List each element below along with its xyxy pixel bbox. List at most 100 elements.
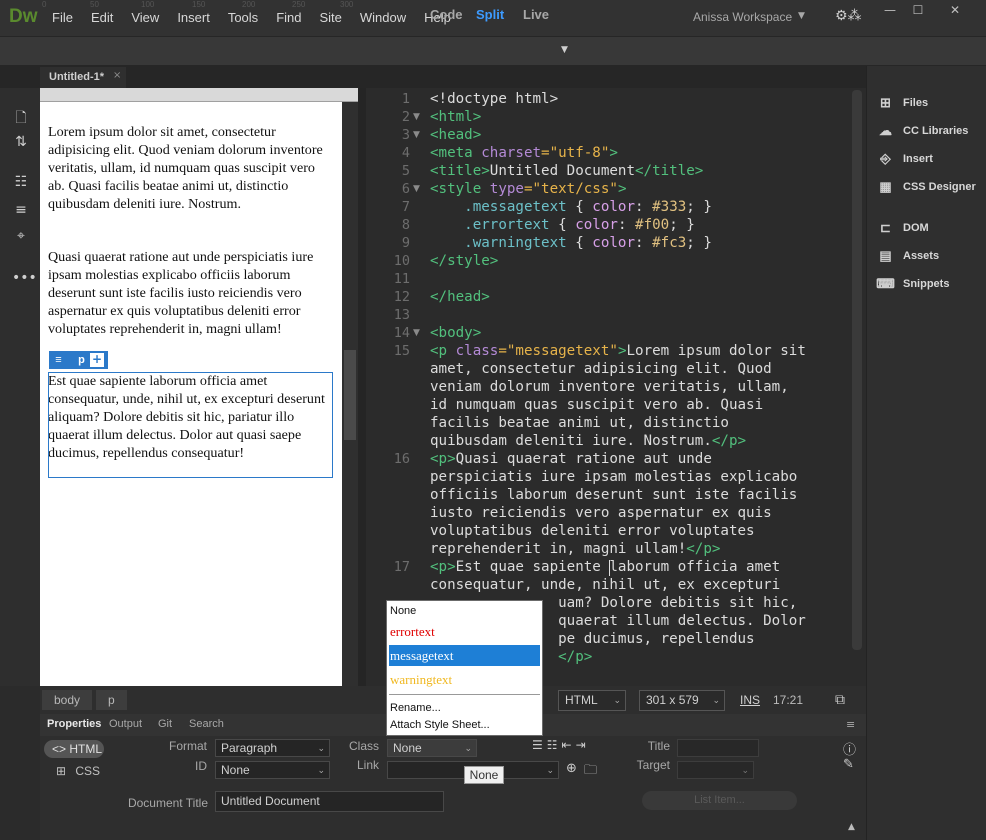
tab-properties[interactable]: Properties — [47, 718, 101, 730]
menu-view[interactable]: View — [131, 10, 168, 25]
tab-git[interactable]: Git — [158, 718, 172, 730]
panel-menu-icon[interactable]: ≡ — [846, 718, 855, 731]
target-select[interactable]: ⌄ — [677, 761, 754, 779]
snippets-icon: ⌨ — [876, 276, 895, 291]
format-select[interactable]: Paragraph ⌄ — [215, 739, 330, 757]
panel-insert[interactable]: ⎆ Insert — [876, 151, 933, 167]
tab-search[interactable]: Search — [189, 718, 224, 730]
line-number: 8 — [401, 217, 410, 233]
ruler-tick: 50 — [90, 0, 99, 9]
close-icon[interactable]: ✕ — [945, 3, 965, 21]
title-label: Title — [647, 739, 670, 753]
line-number: 15 — [393, 343, 410, 359]
fold-arrow-icon[interactable]: ▼ — [413, 328, 420, 338]
list-item-button[interactable]: List Item... — [642, 791, 797, 810]
code-icon: <> — [52, 742, 70, 756]
class-select[interactable]: None ⌄ — [387, 739, 477, 757]
breadcrumb-body[interactable]: body — [42, 690, 93, 710]
chevron-down-icon[interactable]: ▼ — [798, 11, 805, 21]
dropdown-option-errortext[interactable]: errortext — [389, 621, 540, 642]
code-line-17-wrap: consequatur, unde, nihil ut, ex exceptur… — [430, 577, 781, 593]
sync-settings-icon[interactable]: ⚙⁂ — [835, 8, 862, 24]
line-number: 6 — [401, 181, 410, 197]
panel-snippets[interactable]: ⌨ Snippets — [876, 276, 949, 292]
line-number: 11 — [393, 271, 410, 287]
id-label: ID — [195, 759, 207, 773]
point-to-file-icon[interactable]: ⊕ — [566, 761, 577, 776]
menu-find[interactable]: Find — [276, 10, 310, 25]
preview-icon[interactable]: ⧉ — [835, 692, 845, 708]
panel-css-designer[interactable]: ▦ CSS Designer — [876, 179, 975, 195]
code-line-14: <body> — [430, 325, 482, 341]
fold-arrow-icon[interactable]: ▼ — [413, 112, 420, 122]
maximize-icon[interactable]: ☐ — [908, 3, 928, 21]
line-number: 16 — [393, 451, 410, 467]
ruler-tick: 300 — [340, 0, 354, 9]
document-title-input[interactable]: Untitled Document — [215, 791, 444, 812]
sort-icon[interactable]: ⇅ — [12, 134, 30, 152]
line-number: 2 — [401, 109, 410, 125]
tab-output[interactable]: Output — [109, 718, 142, 730]
more-icon[interactable]: ••• — [12, 270, 37, 288]
id-select[interactable]: None ⌄ — [215, 761, 330, 779]
panel-assets[interactable]: ▤ Assets — [876, 248, 939, 264]
design-paragraph-1[interactable]: Lorem ipsum dolor sit amet, consectetur … — [48, 123, 334, 213]
panel-dom[interactable]: ⊏ DOM — [876, 220, 929, 236]
css-mode-button[interactable]: ⊞ CSS — [56, 764, 100, 778]
fold-arrow-icon[interactable]: ▼ — [413, 130, 420, 140]
menu-window[interactable]: Window — [360, 10, 415, 25]
expand-icon[interactable]: ▲ — [848, 822, 855, 832]
selected-element-outline — [48, 372, 333, 478]
html-mode-button[interactable]: <> HTML — [44, 740, 104, 758]
dropdown-option-none[interactable]: None — [389, 601, 540, 622]
code-view-button[interactable]: Code — [430, 7, 463, 22]
insert-mode[interactable]: INS — [740, 693, 760, 707]
title-input[interactable] — [677, 739, 759, 757]
edit-icon[interactable]: ✎ — [843, 757, 854, 772]
dropdown-option-attach-style-sheet[interactable]: Attach Style Sheet... — [389, 715, 540, 736]
panel-files[interactable]: ⊞ Files — [876, 95, 928, 111]
menu-insert[interactable]: Insert — [177, 10, 219, 25]
live-view-button[interactable]: Live — [523, 7, 549, 22]
target-icon[interactable]: ⌖ — [12, 228, 30, 246]
menu-tools[interactable]: Tools — [228, 10, 267, 25]
fold-arrow-icon[interactable]: ▼ — [413, 184, 420, 194]
minimize-icon[interactable]: — — [880, 3, 900, 21]
code-line-5: <title>Untitled Document</title> — [430, 163, 704, 179]
menu-file[interactable]: File — [52, 10, 82, 25]
line-number: 5 — [401, 163, 410, 179]
class-dropdown[interactable]: None errortext messagetext warningtext R… — [386, 600, 543, 736]
document-title-label: Document Title — [127, 796, 208, 810]
code-scrollbar[interactable] — [852, 90, 862, 650]
dropdown-option-warningtext[interactable]: warningtext — [389, 669, 540, 690]
dropdown-option-messagetext[interactable]: messagetext — [389, 645, 540, 666]
chevron-down-icon[interactable]: ▼ — [561, 45, 568, 55]
window-size-select[interactable]: 301 x 579 ⌄ — [639, 690, 725, 711]
new-document-icon[interactable]: 🗋 — [12, 107, 30, 126]
workspace-switcher[interactable]: Anissa Workspace — [693, 10, 792, 24]
code-line-2: <html> — [430, 109, 482, 125]
menu-site[interactable]: Site — [319, 10, 350, 25]
add-class-button[interactable]: + — [90, 353, 104, 367]
line-number: 1 — [401, 91, 410, 107]
split-divider[interactable] — [358, 88, 366, 686]
code-line-15-wrap: quibusdam deleniti iure. Nostrum.</p> — [430, 433, 747, 449]
language-select[interactable]: HTML ⌄ — [558, 690, 626, 711]
breadcrumb-p[interactable]: p — [96, 690, 127, 710]
list-format-icons[interactable]: ☰☷⇤⇥ — [532, 738, 590, 752]
panel-cc-libraries[interactable]: ☁ CC Libraries — [876, 123, 968, 139]
format-source-icon[interactable]: ≡ — [12, 202, 30, 220]
line-number: 7 — [401, 199, 410, 215]
line-number: 13 — [393, 307, 410, 323]
split-view-button[interactable]: Split — [476, 7, 504, 22]
help-icon[interactable]: ⓘ — [843, 739, 856, 758]
css-designer-icon: ▦ — [879, 179, 892, 194]
design-paragraph-2[interactable]: Quasi quaerat ratione aut unde perspicia… — [48, 248, 334, 338]
folder-icon[interactable]: 🗀 — [584, 761, 597, 783]
link-label: Link — [356, 758, 379, 772]
close-icon[interactable]: × — [113, 70, 121, 81]
file-activity-icon[interactable]: ☷ — [12, 174, 30, 192]
scrollbar-thumb[interactable] — [344, 350, 356, 440]
hamburger-icon[interactable]: ≡ — [49, 354, 68, 366]
menu-edit[interactable]: Edit — [91, 10, 122, 25]
